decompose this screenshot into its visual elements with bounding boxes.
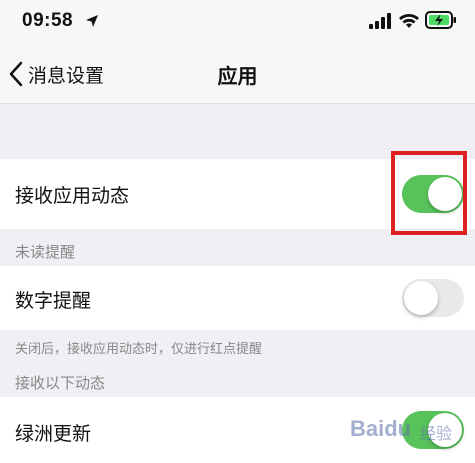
section-header-receive: 接收以下动态: [15, 374, 106, 392]
section-header-unread: 未读提醒: [15, 243, 76, 261]
location-arrow-icon: [86, 15, 98, 27]
row-label: 数字提醒: [15, 290, 92, 312]
row-receive-app-updates: 接收应用动态: [0, 159, 475, 229]
watermark-sub: 经验: [420, 424, 453, 443]
row-label: 接收应用动态: [15, 185, 130, 207]
baidu-watermark: Baidu 经验: [350, 410, 470, 454]
page-title: 应用: [217, 64, 258, 88]
section-footer-unread: 关闭后，接收应用动态时，仅进行红点提醒: [15, 342, 263, 357]
receive-app-updates-toggle[interactable]: [402, 175, 464, 213]
status-bar: 09:58: [0, 0, 475, 44]
wifi-icon: [399, 14, 419, 28]
row-label: 绿洲更新: [15, 423, 92, 445]
status-time: 09:58: [22, 10, 74, 31]
battery-charging-icon: [425, 11, 456, 29]
toggle-knob: [428, 177, 462, 211]
toggle-knob: [404, 281, 438, 315]
nav-bar: 消息设置 应用: [0, 44, 475, 104]
row-digit-reminder: 数字提醒: [0, 266, 475, 330]
digit-reminder-toggle[interactable]: [402, 279, 464, 317]
watermark-brand: Baidu: [350, 416, 412, 441]
cellular-signal-icon: [369, 13, 391, 29]
